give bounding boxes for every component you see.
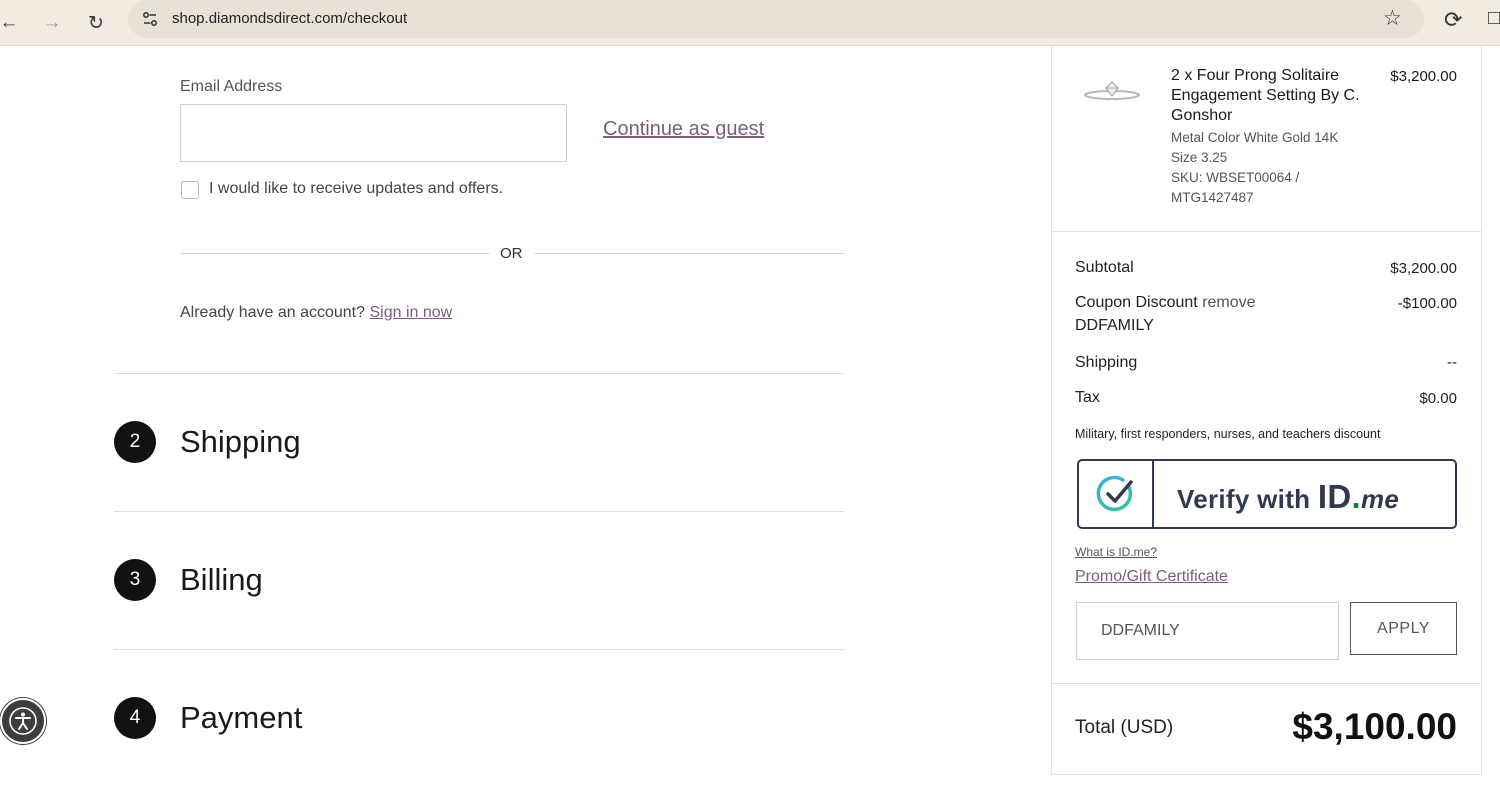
summary-divider: [1052, 683, 1481, 684]
or-divider-text: OR: [500, 245, 523, 262]
idme-logo: ID.me: [1318, 478, 1399, 515]
step-number-billing: 3: [114, 559, 156, 601]
section-divider: [114, 373, 844, 374]
step-title-payment: Payment: [180, 700, 303, 735]
section-divider: [114, 511, 844, 512]
email-field[interactable]: [180, 104, 567, 162]
idme-check-icon: [1079, 461, 1154, 527]
accessibility-icon: [9, 707, 37, 735]
product-sku: SKU: WBSET00064 /: [1171, 170, 1300, 185]
coupon-remove-link[interactable]: remove: [1202, 294, 1255, 311]
step-number-payment: 4: [114, 697, 156, 739]
promo-gift-certificate-link[interactable]: Promo/Gift Certificate: [1075, 568, 1228, 586]
or-divider-left: [181, 253, 489, 254]
apply-button[interactable]: APPLY: [1350, 602, 1457, 655]
browser-toolbar: ← → ↻ shop.diamondsdirect.com/checkout ☆…: [0, 0, 1500, 46]
product-sku-cont: MTG1427487: [1171, 190, 1254, 205]
idme-verify-label: Verify with: [1177, 484, 1311, 514]
military-discount-text: Military, first responders, nurses, and …: [1075, 427, 1381, 441]
continue-as-guest-link[interactable]: Continue as guest: [603, 118, 764, 141]
step-number-shipping: 2: [114, 421, 156, 463]
or-divider-right: [535, 253, 844, 254]
accessibility-button[interactable]: [0, 698, 46, 744]
bookmark-star-icon[interactable]: ☆: [1383, 6, 1402, 31]
step-title-shipping: Shipping: [180, 424, 301, 459]
product-price: $3,200.00: [1390, 68, 1457, 85]
already-account-text: Already have an account?: [180, 304, 366, 321]
site-info-icon[interactable]: [136, 5, 164, 33]
step-title-billing: Billing: [180, 562, 263, 597]
coupon-discount-label: Coupon Discount remove: [1075, 294, 1256, 312]
tax-value: $0.00: [1419, 390, 1457, 407]
promo-code-field[interactable]: [1076, 602, 1339, 660]
sign-in-link[interactable]: Sign in now: [369, 304, 452, 321]
what-is-idme-link[interactable]: What is ID.me?: [1075, 545, 1157, 559]
idme-logo-dot: .: [1351, 478, 1361, 515]
total-value: $3,100.00: [1292, 706, 1457, 747]
already-have-account: Already have an account? Sign in now: [180, 304, 452, 322]
sync-icon[interactable]: ⟳: [1444, 7, 1462, 33]
reload-icon[interactable]: ↻: [81, 8, 111, 38]
shipping-value: --: [1447, 354, 1457, 371]
product-metal: Metal Color White Gold 14K: [1171, 130, 1339, 145]
forward-arrow-icon[interactable]: →: [37, 8, 67, 38]
email-label: Email Address: [180, 78, 283, 95]
shipping-label: Shipping: [1075, 354, 1138, 371]
total-label: Total (USD): [1075, 717, 1174, 738]
idme-logo-me: me: [1360, 484, 1400, 514]
coupon-code: DDFAMILY: [1075, 317, 1154, 334]
coupon-label: Coupon Discount: [1075, 294, 1198, 311]
verify-idme-button[interactable]: Verify with ID.me: [1077, 459, 1457, 529]
coupon-value: -$100.00: [1397, 295, 1457, 312]
product-thumbnail-ring-image: [1084, 81, 1140, 100]
product-size: Size 3.25: [1171, 150, 1228, 165]
idme-logo-id: ID: [1317, 478, 1352, 515]
product-name: 2 x Four Prong Solitaire Engagement Sett…: [1171, 67, 1360, 124]
tax-label: Tax: [1075, 389, 1100, 406]
subtotal-value: $3,200.00: [1390, 260, 1457, 277]
summary-divider: [1052, 231, 1481, 232]
updates-checkbox-label[interactable]: I would like to receive updates and offe…: [209, 180, 503, 198]
back-arrow-icon[interactable]: ←: [0, 8, 24, 38]
order-summary: 2 x Four Prong Solitaire Engagement Sett…: [1051, 46, 1482, 775]
idme-verify-text: Verify with ID.me: [1177, 478, 1399, 516]
subtotal-label: Subtotal: [1075, 259, 1134, 276]
section-divider: [114, 649, 844, 650]
updates-checkbox[interactable]: [181, 181, 199, 199]
checkout-main: Email Address Continue as guest I would …: [0, 46, 1000, 810]
url-text[interactable]: shop.diamondsdirect.com/checkout: [172, 10, 407, 27]
extension-icon[interactable]: □: [1488, 7, 1500, 30]
